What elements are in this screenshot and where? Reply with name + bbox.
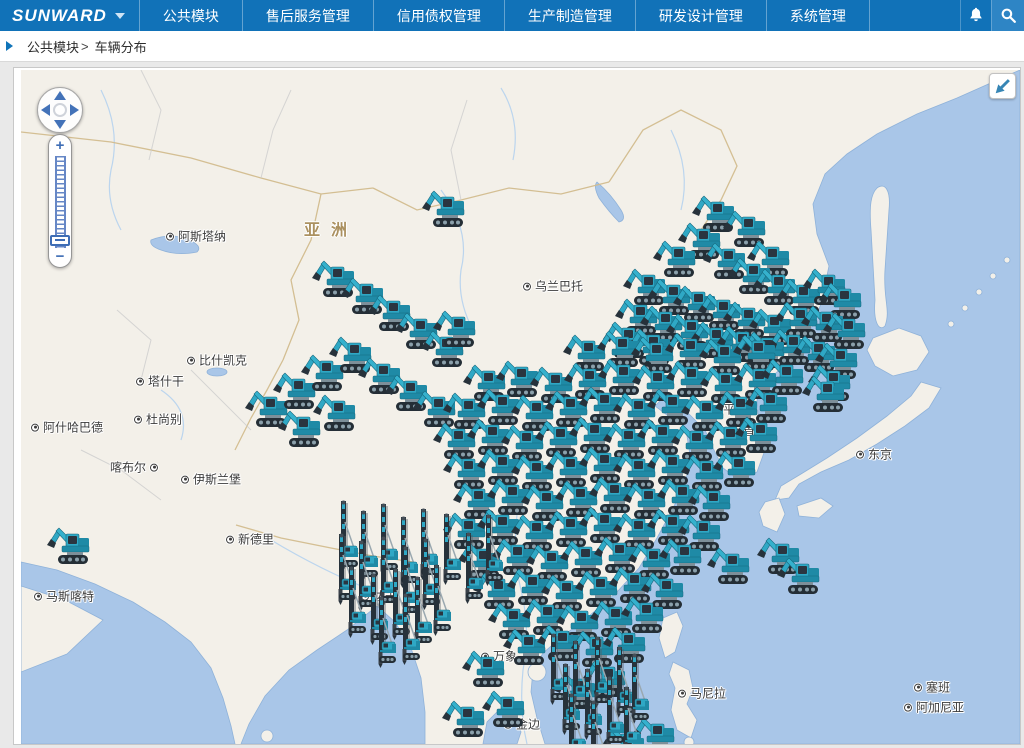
excavator-icon[interactable] (442, 701, 484, 737)
machines-layer (21, 70, 1020, 744)
search-icon (999, 6, 1018, 25)
breadcrumb: 公共模块 > 车辆分布 (27, 37, 147, 56)
breadcrumb-bar: 公共模块 > 车辆分布 (0, 31, 1024, 62)
excavator-icon[interactable] (462, 651, 504, 687)
brand-logo[interactable]: SUNWARD (0, 0, 139, 31)
excavator-icon[interactable] (47, 528, 89, 564)
sidebar-toggle-icon[interactable] (6, 41, 13, 51)
excavator-icon[interactable] (422, 191, 464, 227)
drilling-rig-icon[interactable] (632, 654, 650, 726)
excavator-icon[interactable] (563, 335, 605, 371)
pan-up-icon[interactable] (54, 91, 66, 100)
excavator-icon[interactable] (653, 241, 695, 277)
nav-right (960, 0, 1024, 31)
excavator-icon[interactable] (707, 548, 749, 584)
brand-name: SUNWARD (12, 6, 107, 26)
pan-down-icon[interactable] (54, 120, 66, 129)
map-panel: 亚洲 阿斯塔纳乌兰巴托比什凯克塔什干杜尚别喀布尔伊斯兰堡阿什哈巴德马斯喀特新德里… (13, 67, 1021, 745)
search-button[interactable] (991, 0, 1024, 31)
nav-item-1[interactable]: 售后服务管理 (242, 0, 373, 31)
top-nav: SUNWARD 公共模块售后服务管理信用债权管理生产制造管理研发设计管理系统管理 (0, 0, 1024, 31)
map-zoom-slider[interactable]: + − (48, 134, 72, 268)
breadcrumb-separator: > (81, 39, 89, 54)
breadcrumb-section[interactable]: 公共模块 (27, 37, 79, 56)
nav-items: 公共模块售后服务管理信用债权管理生产制造管理研发设计管理系统管理 (139, 0, 870, 31)
pan-left-icon[interactable] (41, 104, 50, 116)
excavator-icon[interactable] (496, 361, 538, 397)
pan-center-icon[interactable] (53, 103, 67, 117)
collapse-map-button[interactable] (989, 73, 1016, 99)
nav-item-4[interactable]: 研发设计管理 (635, 0, 766, 31)
arrow-down-left-icon (994, 78, 1011, 95)
map-pan-control[interactable] (37, 87, 83, 133)
excavator-icon[interactable] (482, 691, 524, 727)
bell-icon (966, 6, 986, 26)
nav-item-3[interactable]: 生产制造管理 (504, 0, 635, 31)
chevron-down-icon (115, 13, 125, 19)
pan-right-icon[interactable] (70, 104, 79, 116)
nav-item-2[interactable]: 信用债权管理 (373, 0, 504, 31)
zoom-in-button[interactable]: + (56, 139, 65, 153)
nav-item-0[interactable]: 公共模块 (139, 0, 242, 31)
nav-item-5[interactable]: 系统管理 (766, 0, 870, 31)
vehicle-distribution-map[interactable]: 亚洲 阿斯塔纳乌兰巴托比什凯克塔什干杜尚别喀布尔伊斯兰堡阿什哈巴德马斯喀特新德里… (21, 70, 1020, 744)
breadcrumb-page: 车辆分布 (95, 37, 147, 56)
zoom-out-button[interactable]: − (56, 250, 65, 264)
zoom-track[interactable] (55, 156, 66, 248)
excavator-icon[interactable] (245, 391, 287, 427)
excavator-icon[interactable] (278, 411, 320, 447)
notifications-button[interactable] (960, 0, 991, 31)
zoom-handle[interactable] (50, 235, 70, 246)
